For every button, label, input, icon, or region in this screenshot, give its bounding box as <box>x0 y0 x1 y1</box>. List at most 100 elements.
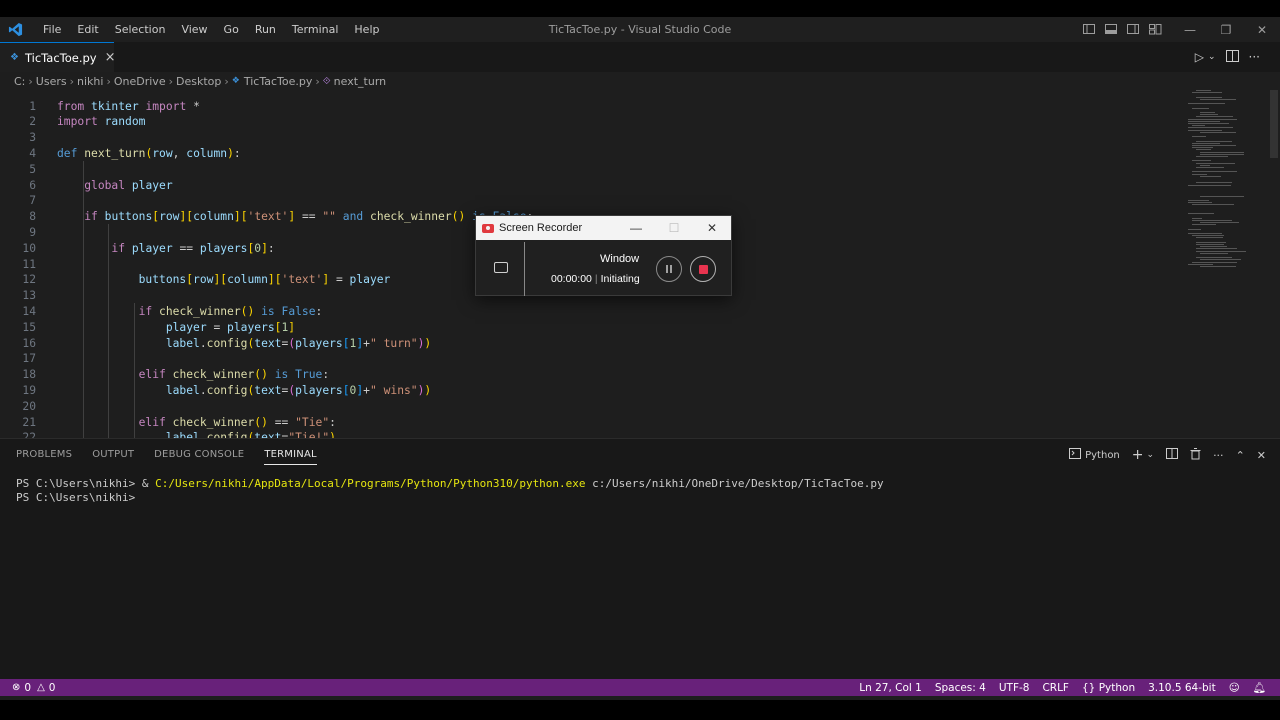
terminal-shell-label[interactable]: Python <box>1085 450 1120 461</box>
cursor-position[interactable]: Ln 27, Col 1 <box>859 682 922 694</box>
tab-output[interactable]: OUTPUT <box>92 449 134 465</box>
menu-file[interactable]: File <box>35 23 69 36</box>
menu-terminal[interactable]: Terminal <box>284 23 347 36</box>
line-number: 6 <box>29 178 36 192</box>
tab-tictactoe[interactable]: ❖ TicTacToe.py × <box>0 42 116 72</box>
breadcrumb-item[interactable]: C: <box>14 75 25 88</box>
menu-go[interactable]: Go <box>216 23 247 36</box>
terminal-shell-icon <box>1069 448 1082 462</box>
code-line[interactable]: 22 label.config(text="Tie!") <box>0 430 1180 438</box>
line-number: 17 <box>22 352 36 366</box>
toggle-secondary-sidebar-icon[interactable] <box>1126 22 1140 36</box>
minimap-line <box>1200 266 1237 267</box>
new-terminal-icon[interactable]: + <box>1132 447 1144 463</box>
tab-debug-console[interactable]: DEBUG CONSOLE <box>154 449 244 465</box>
minimap-line <box>1200 252 1228 254</box>
code-line[interactable]: 18 elif check_winner() is True: <box>0 367 1180 383</box>
minimize-icon[interactable]: — <box>617 216 655 240</box>
breadcrumb-item[interactable]: nikhi <box>77 75 103 88</box>
encoding[interactable]: UTF-8 <box>999 682 1030 694</box>
divider <box>524 242 525 296</box>
line-number: 3 <box>29 131 36 145</box>
code-line[interactable]: 16 label.config(text=(players[1]+" turn"… <box>0 335 1180 351</box>
breadcrumb-item[interactable]: OneDrive <box>114 75 166 88</box>
minimap-line <box>1192 160 1211 162</box>
close-panel-icon[interactable]: ✕ <box>1257 449 1266 462</box>
code-line[interactable]: 17 <box>0 351 1180 367</box>
breadcrumb-item[interactable]: next_turn <box>334 75 386 88</box>
breadcrumb-item[interactable]: Desktop <box>176 75 221 88</box>
menu-help[interactable]: Help <box>346 23 387 36</box>
toggle-panel-icon[interactable] <box>1104 22 1118 36</box>
line-number: 12 <box>22 273 36 287</box>
run-icon[interactable]: ▷ <box>1195 50 1204 65</box>
line-number: 11 <box>22 257 36 271</box>
minimap-line <box>1196 182 1233 184</box>
code-text: import random <box>57 115 146 129</box>
restore-icon[interactable]: ❐ <box>1208 17 1244 42</box>
code-line[interactable]: 1 from tkinter import * <box>0 98 1180 114</box>
code-line[interactable]: 4 def next_turn(row, column): <box>0 145 1180 161</box>
code-line[interactable]: 19 label.config(text=(players[0]+" wins"… <box>0 382 1180 398</box>
layout-controls <box>1082 22 1162 36</box>
code-line[interactable]: 3 <box>0 130 1180 146</box>
customize-layout-icon[interactable] <box>1148 22 1162 36</box>
end-of-line[interactable]: CRLF <box>1042 682 1069 694</box>
chevron-down-icon[interactable]: ⌄ <box>1147 450 1155 460</box>
stop-button[interactable] <box>690 256 716 282</box>
terminal-output[interactable]: PS C:\Users\nikhi> & C:/Users/nikhi/AppD… <box>16 477 884 505</box>
tab-terminal[interactable]: TERMINAL <box>264 449 317 465</box>
run-dropdown-icon[interactable]: ⌄ <box>1208 52 1216 65</box>
code-line[interactable]: 14 if check_winner() is False: <box>0 303 1180 319</box>
code-line[interactable]: 2 import random <box>0 114 1180 130</box>
menu-edit[interactable]: Edit <box>69 23 106 36</box>
code-line[interactable]: 5 <box>0 161 1180 177</box>
code-line[interactable]: 15 player = players[1] <box>0 319 1180 335</box>
pause-button[interactable] <box>656 256 682 282</box>
code-line[interactable]: 21 elif check_winner() == "Tie": <box>0 414 1180 430</box>
split-editor-icon[interactable] <box>1225 50 1239 65</box>
more-actions-icon[interactable]: ··· <box>1249 50 1260 65</box>
editor-scrollbar[interactable] <box>1268 90 1280 438</box>
line-number: 13 <box>22 289 36 303</box>
feedback-icon[interactable]: ☺ <box>1229 682 1240 694</box>
line-number: 2 <box>29 115 36 129</box>
close-icon[interactable]: ✕ <box>693 216 731 240</box>
close-icon[interactable]: ✕ <box>1244 17 1280 42</box>
line-number: 14 <box>22 304 36 318</box>
maximize-panel-icon[interactable]: ⌃ <box>1236 449 1245 462</box>
folder-icon[interactable] <box>494 262 508 273</box>
more-actions-icon[interactable]: ··· <box>1213 449 1224 462</box>
editor-tab-bar: ❖ TicTacToe.py × ▷ ⌄ ··· <box>0 42 1280 72</box>
minimize-icon[interactable]: — <box>1172 17 1208 42</box>
toggle-primary-sidebar-icon[interactable] <box>1082 22 1096 36</box>
split-terminal-icon[interactable] <box>1166 448 1179 462</box>
code-line[interactable]: 20 <box>0 398 1180 414</box>
status-problems[interactable]: ⊗ 0 △ 0 <box>12 682 55 694</box>
menu-view[interactable]: View <box>173 23 215 36</box>
minimap-line <box>1196 96 1223 98</box>
line-number: 1 <box>29 99 36 113</box>
menu-selection[interactable]: Selection <box>107 23 174 36</box>
minimap[interactable] <box>1188 90 1268 280</box>
line-number: 8 <box>29 210 36 224</box>
trash-icon[interactable] <box>1190 447 1201 463</box>
tab-problems[interactable]: PROBLEMS <box>16 449 72 465</box>
line-number: 15 <box>22 320 36 334</box>
python-interpreter[interactable]: 3.10.5 64-bit <box>1148 682 1216 694</box>
code-line[interactable]: 6 global player <box>0 177 1180 193</box>
language-mode[interactable]: {} Python <box>1082 682 1135 694</box>
minimap-line <box>1200 175 1221 177</box>
indentation[interactable]: Spaces: 4 <box>935 682 986 694</box>
minimap-line <box>1200 153 1245 155</box>
code-line[interactable]: 7 <box>0 193 1180 209</box>
breadcrumb-item[interactable]: TicTacToe.py <box>244 75 313 88</box>
minimap-line <box>1196 241 1226 243</box>
scrollbar-thumb[interactable] <box>1270 90 1278 158</box>
recorder-title-bar[interactable]: Screen Recorder — ☐ ✕ <box>476 216 731 240</box>
menu-run[interactable]: Run <box>247 23 284 36</box>
breadcrumb-item[interactable]: Users <box>36 75 67 88</box>
notifications-icon[interactable]: 🔔︎ <box>1253 681 1266 694</box>
close-tab-icon[interactable]: × <box>105 50 116 65</box>
minimap-line <box>1188 120 1220 122</box>
